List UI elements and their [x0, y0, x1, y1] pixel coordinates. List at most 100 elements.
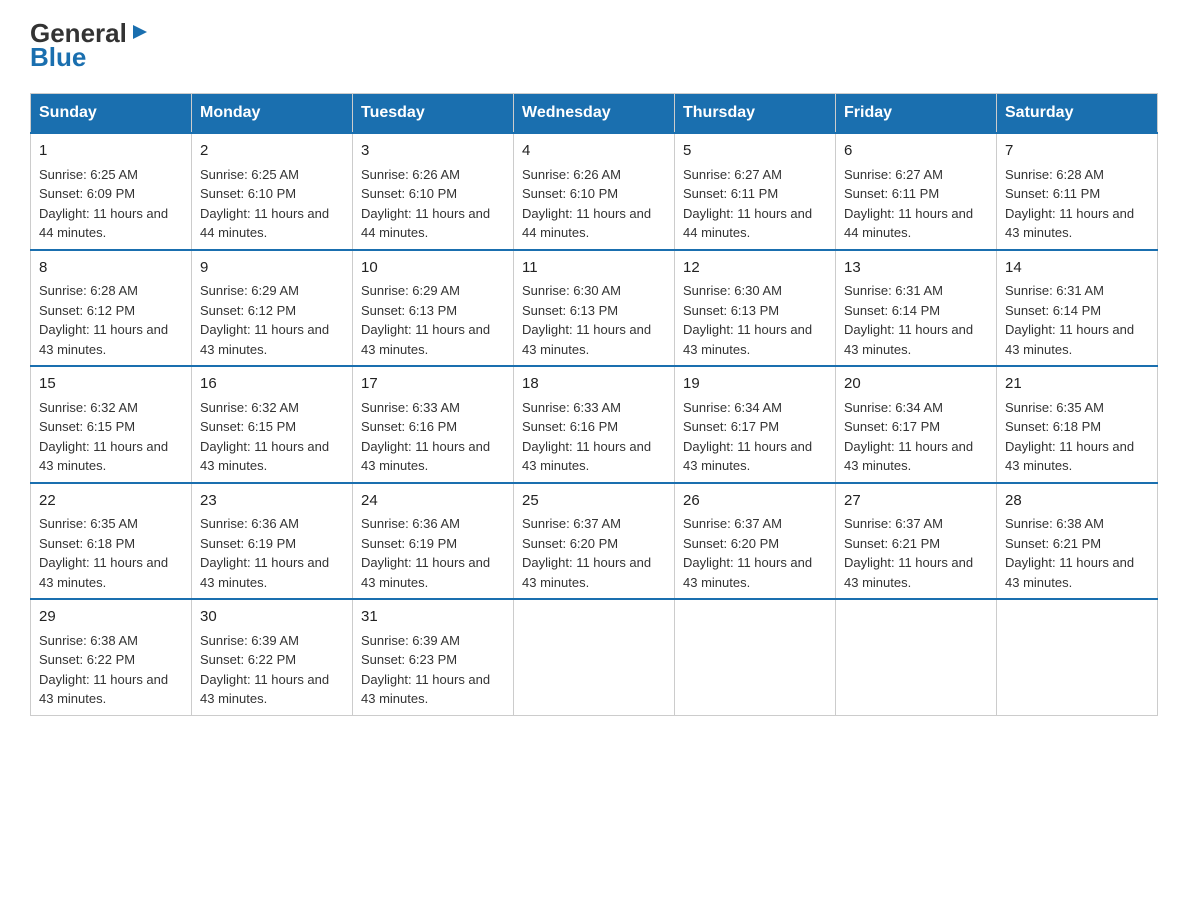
day-number: 2 — [200, 140, 344, 163]
calendar-row: 15 Sunrise: 6:32 AMSunset: 6:15 PMDayligh… — [31, 366, 1158, 483]
day-info: Sunrise: 6:34 AMSunset: 6:17 PMDaylight:… — [844, 400, 973, 474]
calendar-row: 1 Sunrise: 6:25 AMSunset: 6:09 PMDaylight… — [31, 133, 1158, 250]
day-info: Sunrise: 6:37 AMSunset: 6:21 PMDaylight:… — [844, 516, 973, 590]
calendar-cell: 9Sunrise: 6:29 AMSunset: 6:12 PMDaylight… — [192, 250, 353, 367]
day-number: 31 — [361, 606, 505, 629]
day-number: 17 — [361, 373, 505, 396]
day-number: 29 — [39, 606, 183, 629]
day-info: Sunrise: 6:32 AMSunset: 6:15 PMDaylight:… — [200, 400, 329, 474]
logo-part2: Blue — [30, 42, 86, 73]
day-info: Sunrise: 6:28 AMSunset: 6:11 PMDaylight:… — [1005, 167, 1134, 241]
header-wednesday: Wednesday — [514, 94, 675, 134]
logo: General Blue — [30, 20, 151, 73]
day-info: Sunrise: 6:25 AMSunset: 6:10 PMDaylight:… — [200, 167, 329, 241]
day-info: Sunrise: 6:30 AMSunset: 6:13 PMDaylight:… — [522, 283, 651, 357]
day-number: 1 — [39, 140, 183, 163]
calendar-table: SundayMondayTuesdayWednesdayThursdayFrid… — [30, 93, 1158, 716]
day-number: 28 — [1005, 490, 1149, 513]
day-info: Sunrise: 6:35 AMSunset: 6:18 PMDaylight:… — [1005, 400, 1134, 474]
calendar-cell: 10 Sunrise: 6:29 AMSunset: 6:13 PMDayligh… — [353, 250, 514, 367]
day-number: 16 — [200, 373, 344, 396]
day-info: Sunrise: 6:36 AMSunset: 6:19 PMDaylight:… — [361, 516, 490, 590]
calendar-cell: 26Sunrise: 6:37 AMSunset: 6:20 PMDayligh… — [675, 483, 836, 600]
header-monday: Monday — [192, 94, 353, 134]
day-number: 22 — [39, 490, 183, 513]
header-thursday: Thursday — [675, 94, 836, 134]
logo-icon — [129, 21, 151, 43]
day-info: Sunrise: 6:31 AMSunset: 6:14 PMDaylight:… — [844, 283, 973, 357]
day-number: 25 — [522, 490, 666, 513]
day-number: 10 — [361, 257, 505, 280]
day-number: 3 — [361, 140, 505, 163]
day-info: Sunrise: 6:27 AMSunset: 6:11 PMDaylight:… — [683, 167, 812, 241]
calendar-cell: 12 Sunrise: 6:30 AMSunset: 6:13 PMDayligh… — [675, 250, 836, 367]
day-number: 19 — [683, 373, 827, 396]
calendar-cell — [675, 599, 836, 715]
day-number: 12 — [683, 257, 827, 280]
calendar-cell: 7 Sunrise: 6:28 AMSunset: 6:11 PMDaylight… — [997, 133, 1158, 250]
calendar-cell: 23Sunrise: 6:36 AMSunset: 6:19 PMDayligh… — [192, 483, 353, 600]
calendar-cell: 30Sunrise: 6:39 AMSunset: 6:22 PMDayligh… — [192, 599, 353, 715]
calendar-cell: 11 Sunrise: 6:30 AMSunset: 6:13 PMDayligh… — [514, 250, 675, 367]
calendar-row: 8Sunrise: 6:28 AMSunset: 6:12 PMDaylight… — [31, 250, 1158, 367]
calendar-cell: 21 Sunrise: 6:35 AMSunset: 6:18 PMDayligh… — [997, 366, 1158, 483]
calendar-cell: 14 Sunrise: 6:31 AMSunset: 6:14 PMDayligh… — [997, 250, 1158, 367]
calendar-cell: 29 Sunrise: 6:38 AMSunset: 6:22 PMDayligh… — [31, 599, 192, 715]
calendar-cell: 19 Sunrise: 6:34 AMSunset: 6:17 PMDayligh… — [675, 366, 836, 483]
calendar-cell: 31 Sunrise: 6:39 AMSunset: 6:23 PMDayligh… — [353, 599, 514, 715]
header-sunday: Sunday — [31, 94, 192, 134]
day-info: Sunrise: 6:30 AMSunset: 6:13 PMDaylight:… — [683, 283, 812, 357]
calendar-cell: 28 Sunrise: 6:38 AMSunset: 6:21 PMDayligh… — [997, 483, 1158, 600]
day-info: Sunrise: 6:31 AMSunset: 6:14 PMDaylight:… — [1005, 283, 1134, 357]
day-info: Sunrise: 6:39 AMSunset: 6:23 PMDaylight:… — [361, 633, 490, 707]
header-saturday: Saturday — [997, 94, 1158, 134]
calendar-cell: 16 Sunrise: 6:32 AMSunset: 6:15 PMDayligh… — [192, 366, 353, 483]
calendar-cell: 18 Sunrise: 6:33 AMSunset: 6:16 PMDayligh… — [514, 366, 675, 483]
day-info: Sunrise: 6:25 AMSunset: 6:09 PMDaylight:… — [39, 167, 168, 241]
calendar-cell: 5 Sunrise: 6:27 AMSunset: 6:11 PMDaylight… — [675, 133, 836, 250]
calendar-row: 29 Sunrise: 6:38 AMSunset: 6:22 PMDayligh… — [31, 599, 1158, 715]
day-info: Sunrise: 6:33 AMSunset: 6:16 PMDaylight:… — [522, 400, 651, 474]
calendar-body: 1 Sunrise: 6:25 AMSunset: 6:09 PMDaylight… — [31, 133, 1158, 715]
day-info: Sunrise: 6:35 AMSunset: 6:18 PMDaylight:… — [39, 516, 168, 590]
day-number: 9 — [200, 257, 344, 280]
calendar-cell: 17Sunrise: 6:33 AMSunset: 6:16 PMDayligh… — [353, 366, 514, 483]
day-number: 5 — [683, 140, 827, 163]
calendar-cell: 27 Sunrise: 6:37 AMSunset: 6:21 PMDayligh… — [836, 483, 997, 600]
day-number: 8 — [39, 257, 183, 280]
day-info: Sunrise: 6:37 AMSunset: 6:20 PMDaylight:… — [683, 516, 812, 590]
header-row: SundayMondayTuesdayWednesdayThursdayFrid… — [31, 94, 1158, 134]
day-info: Sunrise: 6:38 AMSunset: 6:22 PMDaylight:… — [39, 633, 168, 707]
day-info: Sunrise: 6:34 AMSunset: 6:17 PMDaylight:… — [683, 400, 812, 474]
day-info: Sunrise: 6:26 AMSunset: 6:10 PMDaylight:… — [361, 167, 490, 241]
header-tuesday: Tuesday — [353, 94, 514, 134]
day-number: 18 — [522, 373, 666, 396]
calendar-row: 22 Sunrise: 6:35 AMSunset: 6:18 PMDayligh… — [31, 483, 1158, 600]
day-number: 23 — [200, 490, 344, 513]
day-number: 24 — [361, 490, 505, 513]
day-number: 15 — [39, 373, 183, 396]
calendar-cell: 3 Sunrise: 6:26 AMSunset: 6:10 PMDaylight… — [353, 133, 514, 250]
day-number: 21 — [1005, 373, 1149, 396]
calendar-cell: 24 Sunrise: 6:36 AMSunset: 6:19 PMDayligh… — [353, 483, 514, 600]
calendar-cell: 2 Sunrise: 6:25 AMSunset: 6:10 PMDaylight… — [192, 133, 353, 250]
calendar-cell — [514, 599, 675, 715]
day-info: Sunrise: 6:29 AMSunset: 6:13 PMDaylight:… — [361, 283, 490, 357]
day-number: 30 — [200, 606, 344, 629]
day-info: Sunrise: 6:32 AMSunset: 6:15 PMDaylight:… — [39, 400, 168, 474]
day-info: Sunrise: 6:38 AMSunset: 6:21 PMDaylight:… — [1005, 516, 1134, 590]
header: General Blue — [30, 20, 1158, 73]
day-number: 13 — [844, 257, 988, 280]
calendar-cell: 8Sunrise: 6:28 AMSunset: 6:12 PMDaylight… — [31, 250, 192, 367]
calendar-cell: 20Sunrise: 6:34 AMSunset: 6:17 PMDayligh… — [836, 366, 997, 483]
day-number: 27 — [844, 490, 988, 513]
calendar-cell: 22 Sunrise: 6:35 AMSunset: 6:18 PMDayligh… — [31, 483, 192, 600]
day-number: 4 — [522, 140, 666, 163]
day-number: 11 — [522, 257, 666, 280]
day-number: 14 — [1005, 257, 1149, 280]
calendar-cell — [836, 599, 997, 715]
calendar-cell: 6Sunrise: 6:27 AMSunset: 6:11 PMDaylight… — [836, 133, 997, 250]
calendar-cell: 4Sunrise: 6:26 AMSunset: 6:10 PMDaylight… — [514, 133, 675, 250]
day-number: 7 — [1005, 140, 1149, 163]
calendar-cell: 25Sunrise: 6:37 AMSunset: 6:20 PMDayligh… — [514, 483, 675, 600]
